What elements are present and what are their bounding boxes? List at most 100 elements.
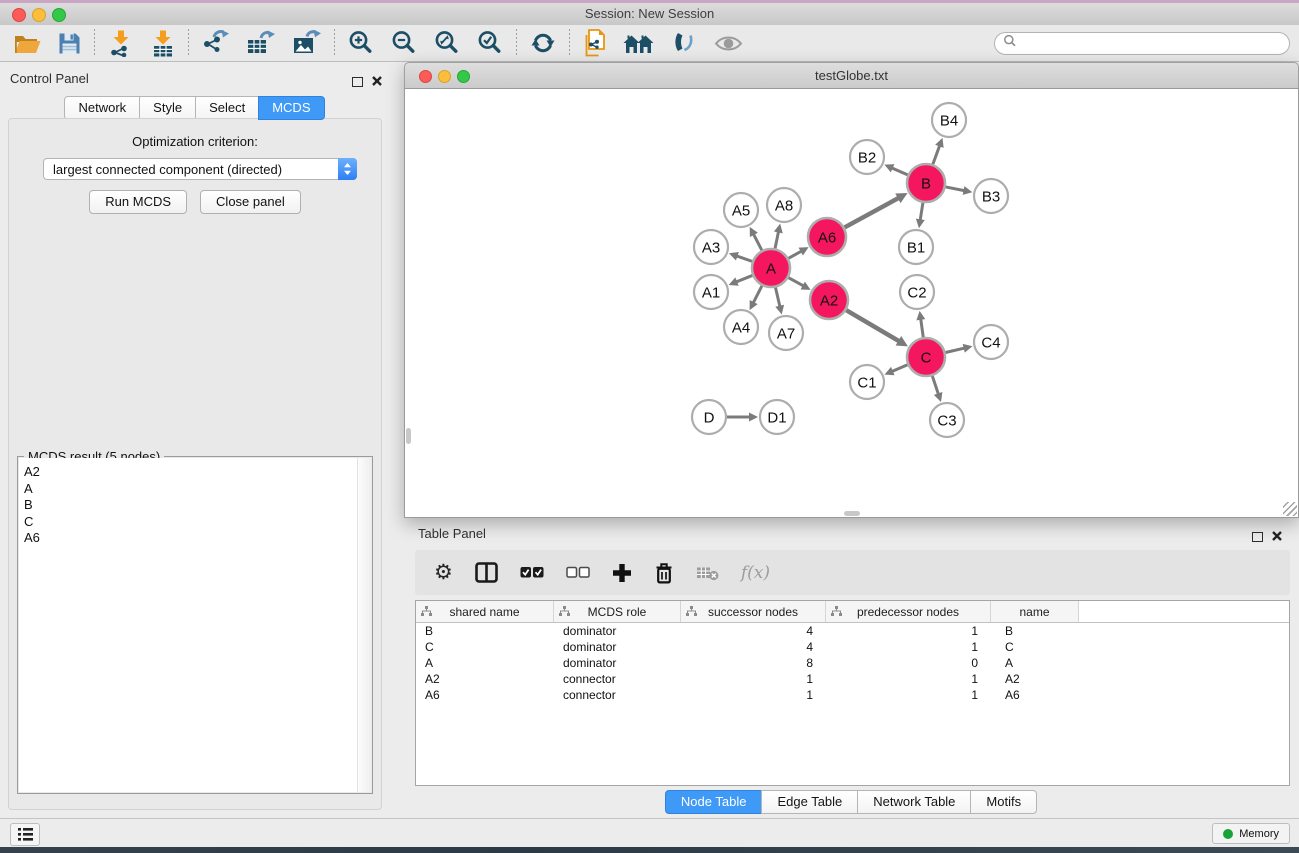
mcds-result-item[interactable]: C — [24, 514, 358, 531]
column-header-predecessor-nodes[interactable]: predecessor nodes — [826, 601, 991, 622]
column-header-shared-name[interactable]: shared name — [416, 601, 554, 622]
import-table-icon[interactable] — [150, 30, 175, 57]
tab-mcds[interactable]: MCDS — [258, 96, 324, 120]
graph-node-C[interactable]: C — [907, 338, 945, 376]
network-vertical-scrollbar[interactable] — [406, 428, 411, 444]
graph-edge-B-B2[interactable] — [884, 164, 907, 175]
close-table-panel-icon[interactable] — [1272, 528, 1282, 546]
graph-node-D[interactable]: D — [692, 400, 726, 434]
graph-edge-C-C1[interactable] — [884, 365, 907, 375]
graph-node-A7[interactable]: A7 — [769, 316, 803, 350]
table-tab-network-table[interactable]: Network Table — [857, 790, 971, 814]
graph-node-B3[interactable]: B3 — [974, 179, 1008, 213]
refresh-view-icon[interactable] — [530, 30, 556, 56]
tab-select[interactable]: Select — [195, 96, 259, 120]
close-panel-button[interactable]: Close panel — [200, 190, 301, 214]
graph-edge-C-C3[interactable] — [932, 376, 942, 402]
table-tab-edge-table[interactable]: Edge Table — [761, 790, 858, 814]
graph-node-B2[interactable]: B2 — [850, 140, 884, 174]
graph-node-A5[interactable]: A5 — [724, 193, 758, 227]
graph-edge-A-A5[interactable] — [750, 227, 762, 250]
memory-button[interactable]: Memory — [1212, 823, 1290, 844]
column-header-MCDS-role[interactable]: MCDS role — [554, 601, 681, 622]
graph-edge-A-A1[interactable] — [729, 275, 753, 285]
mcds-result-item[interactable]: A — [24, 481, 358, 498]
graph-edge-A-A7[interactable] — [775, 287, 784, 314]
show-hide-panel-eye-icon[interactable] — [714, 34, 743, 53]
import-network-icon[interactable] — [108, 30, 133, 57]
mcds-result-scrollbar[interactable] — [357, 458, 371, 792]
close-panel-icon[interactable] — [372, 73, 382, 91]
delete-table-icon[interactable] — [696, 565, 719, 581]
graph-edge-D-D1[interactable] — [727, 413, 758, 422]
graph-node-A3[interactable]: A3 — [694, 230, 728, 264]
graph-node-A[interactable]: A — [752, 249, 790, 287]
save-session-icon[interactable] — [58, 32, 81, 55]
float-table-panel-icon[interactable] — [1252, 532, 1263, 542]
table-row[interactable]: A2connector11A2 — [416, 671, 1289, 687]
table-settings-gear-icon[interactable]: ⚙ — [434, 563, 453, 583]
mcds-result-item[interactable]: A2 — [24, 464, 358, 481]
graph-edge-A2-C[interactable] — [846, 310, 908, 346]
graph-node-C3[interactable]: C3 — [930, 403, 964, 437]
run-mcds-button[interactable]: Run MCDS — [89, 190, 187, 214]
graph-edge-A-A2[interactable] — [789, 278, 811, 290]
graph-node-C2[interactable]: C2 — [900, 275, 934, 309]
graph-edge-A-A6[interactable] — [788, 247, 808, 258]
task-history-button[interactable] — [10, 823, 40, 846]
export-network-icon[interactable] — [202, 30, 229, 56]
table-row[interactable]: Cdominator41C — [416, 639, 1289, 655]
window-resize-grip[interactable] — [1283, 502, 1297, 516]
tab-style[interactable]: Style — [139, 96, 196, 120]
graph-node-B4[interactable]: B4 — [932, 103, 966, 137]
export-table-icon[interactable] — [246, 30, 275, 56]
graph-node-A1[interactable]: A1 — [694, 275, 728, 309]
table-tab-node-table[interactable]: Node Table — [665, 790, 763, 814]
criterion-dropdown[interactable]: largest connected component (directed) — [43, 158, 357, 180]
table-row[interactable]: Adominator80A — [416, 655, 1289, 671]
delete-entry-trash-icon[interactable] — [654, 562, 674, 584]
graph-node-C1[interactable]: C1 — [850, 365, 884, 399]
show-graphics-details-icon[interactable] — [671, 31, 697, 55]
column-header-successor-nodes[interactable]: successor nodes — [681, 601, 826, 622]
graph-edge-A6-B[interactable] — [845, 193, 908, 227]
tab-network[interactable]: Network — [64, 96, 140, 120]
graph-edge-A-A4[interactable] — [750, 286, 762, 310]
graph-node-A2[interactable]: A2 — [810, 281, 848, 319]
search-box[interactable] — [994, 32, 1290, 55]
add-entry-icon[interactable] — [612, 563, 632, 583]
float-panel-icon[interactable] — [352, 77, 363, 87]
graph-node-A8[interactable]: A8 — [767, 188, 801, 222]
zoom-in-icon[interactable] — [348, 30, 374, 56]
table-row[interactable]: Bdominator41B — [416, 623, 1289, 639]
graph-edge-A-A8[interactable] — [774, 224, 783, 249]
function-builder-icon[interactable]: f(x) — [741, 563, 770, 583]
graph-edge-C-C2[interactable] — [916, 311, 925, 337]
network-canvas[interactable]: B4 B2 B B3 B1 A5 A8A6 A3 A A1 C2 A2 A4 A7 C4 C C1 C3 D D1 — [404, 88, 1299, 518]
export-image-icon[interactable] — [292, 30, 321, 56]
zoom-out-icon[interactable] — [391, 30, 417, 56]
zoom-fit-icon[interactable] — [434, 30, 460, 56]
graph-node-B1[interactable]: B1 — [899, 230, 933, 264]
graph-node-D1[interactable]: D1 — [760, 400, 794, 434]
graph-node-C4[interactable]: C4 — [974, 325, 1008, 359]
open-session-icon[interactable] — [14, 32, 41, 55]
graph-node-B[interactable]: B — [907, 164, 945, 202]
table-tab-motifs[interactable]: Motifs — [970, 790, 1037, 814]
table-row[interactable]: A6connector11A6 — [416, 687, 1289, 703]
deselect-all-icon[interactable] — [566, 566, 590, 579]
search-input[interactable] — [1022, 36, 1289, 52]
zoom-selected-icon[interactable] — [477, 30, 503, 56]
network-graph[interactable]: B4 B2 B B3 B1 A5 A8A6 A3 A A1 C2 A2 A4 A7 C4 C C1 C3 D D1 — [405, 89, 1298, 517]
column-header-name[interactable]: name — [991, 601, 1079, 622]
home-icon[interactable] — [623, 32, 654, 54]
network-horizontal-scrollbar[interactable] — [844, 511, 860, 516]
graph-node-A4[interactable]: A4 — [724, 310, 758, 344]
graph-edge-B-B1[interactable] — [916, 203, 925, 228]
mcds-result-item[interactable]: B — [24, 497, 358, 514]
graph-node-A6[interactable]: A6 — [808, 218, 846, 256]
graph-edge-B-B3[interactable] — [946, 186, 973, 195]
clone-network-icon[interactable] — [583, 29, 606, 57]
mcds-result-item[interactable]: A6 — [24, 530, 358, 547]
graph-edge-C-C4[interactable] — [945, 344, 972, 353]
